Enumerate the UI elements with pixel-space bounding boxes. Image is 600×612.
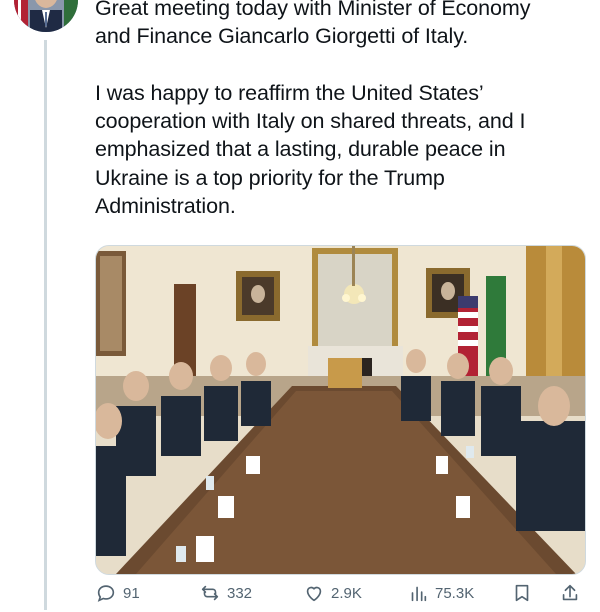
views-count: 75.3K <box>435 584 475 602</box>
repost-icon <box>201 585 219 601</box>
bookmark-icon <box>515 584 529 602</box>
thread-line <box>44 40 47 610</box>
like-count: 2.9K <box>331 584 362 602</box>
views-chart-icon <box>411 586 427 602</box>
reply-button[interactable]: 91 <box>95 582 140 604</box>
views-button[interactable]: 75.3K <box>407 582 474 604</box>
tweet-photo[interactable] <box>95 245 586 575</box>
bookmark-button[interactable] <box>511 582 533 604</box>
meeting-photo-illustration <box>96 246 585 574</box>
avatar-image <box>14 0 78 32</box>
tweet-actions: 91 332 2.9K 75.3K <box>95 582 585 612</box>
share-icon <box>562 584 578 601</box>
repost-button[interactable]: 332 <box>199 582 252 604</box>
share-button[interactable] <box>559 582 581 604</box>
like-button[interactable]: 2.9K <box>303 582 362 604</box>
avatar[interactable] <box>14 0 78 32</box>
heart-icon <box>306 586 322 602</box>
reply-count: 91 <box>123 584 140 602</box>
comment-icon <box>97 585 115 602</box>
tweet-text: Great meeting today with Minister of Eco… <box>95 0 531 219</box>
repost-count: 332 <box>227 584 253 602</box>
